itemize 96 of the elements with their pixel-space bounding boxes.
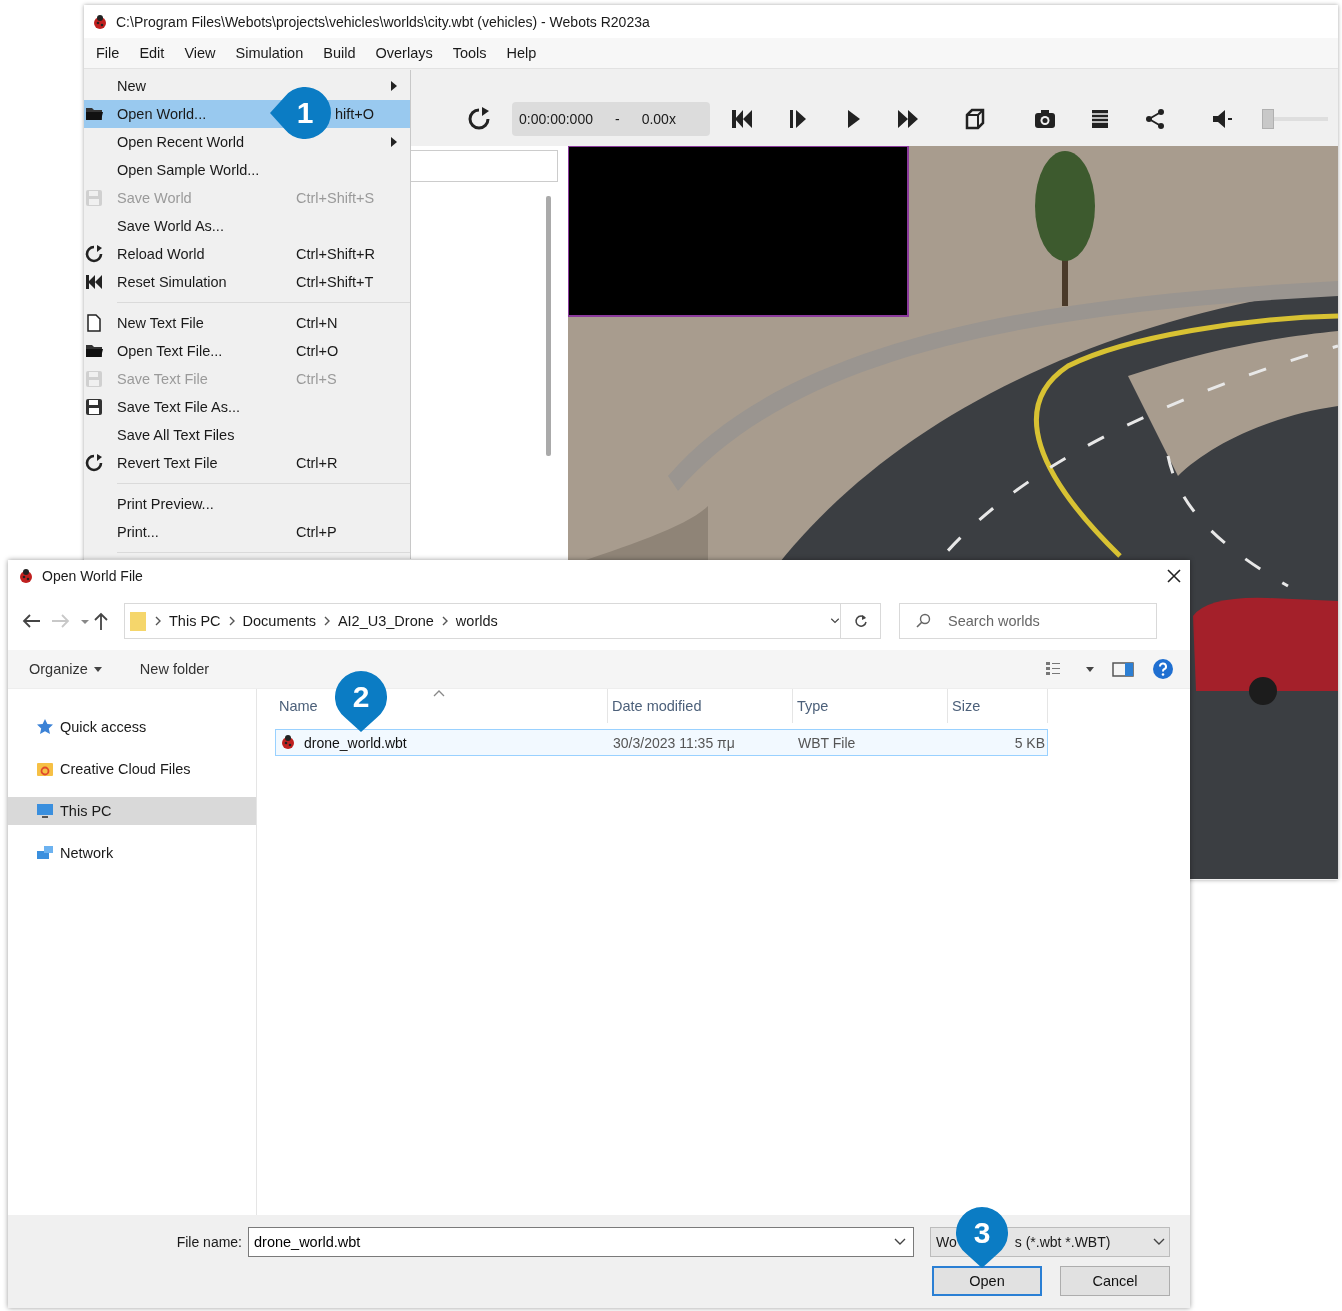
- computer-icon: [36, 802, 54, 820]
- menu-item[interactable]: Print Preview...: [84, 490, 410, 518]
- reload-icon[interactable]: [467, 107, 491, 131]
- network-icon: [36, 844, 54, 862]
- refresh-button[interactable]: [841, 603, 881, 639]
- step-marker-tooltip: 2: [335, 671, 387, 732]
- preview-pane-icon[interactable]: [1112, 661, 1134, 677]
- shortcut-text: Ctrl+N: [296, 315, 338, 331]
- caret-icon[interactable]: [1086, 666, 1094, 672]
- file-row[interactable]: drone_world.wbt 30/3/2023 11:35 πμ WBT File 5 KB: [275, 729, 1048, 756]
- menu-bar-item[interactable]: Edit: [129, 45, 175, 61]
- shortcut-text: Ctrl+Shift+T: [296, 274, 374, 290]
- shortcut-text: Ctrl+Shift+S: [296, 190, 375, 206]
- column-header[interactable]: Type: [793, 689, 948, 723]
- share-icon[interactable]: [1143, 107, 1167, 131]
- folder-icon: [85, 105, 103, 123]
- text-field[interactable]: [410, 150, 558, 182]
- speaker-icon[interactable]: [1210, 107, 1234, 131]
- breadcrumb-link[interactable]: This PC: [169, 613, 221, 629]
- type-text: WBT File: [797, 734, 857, 751]
- menu-item[interactable]: Save All Text Files: [84, 421, 410, 449]
- cancel-button[interactable]: Cancel: [1060, 1266, 1170, 1296]
- field-label: File name:: [175, 1234, 243, 1250]
- search-field[interactable]: Search worlds: [899, 603, 1157, 639]
- document-icon: [85, 314, 103, 332]
- folder-icon: [85, 342, 103, 360]
- file-name: drone_world.wbt: [304, 734, 407, 751]
- ladybug-icon: [92, 13, 108, 30]
- breadcrumb-link[interactable]: worlds: [455, 613, 498, 629]
- ladybug-icon: [18, 568, 34, 584]
- menu-item[interactable]: New Text File Ctrl+N: [84, 309, 410, 337]
- reset-icon[interactable]: [730, 107, 754, 131]
- shortcut-text: Ctrl+R: [296, 455, 338, 471]
- menu-bar-item[interactable]: Overlays: [365, 45, 443, 61]
- menu-item[interactable]: Open Sample World...: [84, 156, 410, 184]
- cube-icon[interactable]: [963, 107, 987, 131]
- shortcut-text: Ctrl+O: [296, 343, 339, 359]
- menu-bar-item[interactable]: Tools: [442, 45, 497, 61]
- menu-bar-item[interactable]: View: [174, 45, 226, 61]
- speed-text: 0.00x: [641, 111, 676, 127]
- dropdown-caret-icon[interactable]: [830, 618, 840, 624]
- size-text: 5 KB: [1013, 734, 1046, 751]
- reload-icon: [85, 245, 103, 263]
- breadcrumb-chevron-icon: [441, 616, 448, 626]
- command-button[interactable]: New folder: [139, 661, 210, 677]
- nav-item[interactable]: Creative Cloud Files: [8, 755, 256, 783]
- breadcrumb-chevron-icon: [155, 616, 161, 626]
- dialog-title: Open World File: [42, 568, 143, 584]
- fast-forward-icon[interactable]: [896, 107, 920, 131]
- refresh-icon: [853, 614, 868, 628]
- nav-item[interactable]: This PC: [8, 797, 256, 825]
- close-icon[interactable]: [1166, 568, 1182, 584]
- menu-bar-item[interactable]: Simulation: [225, 45, 314, 61]
- slider-thumb[interactable]: [1262, 109, 1274, 129]
- breadcrumb-chevron-icon: [228, 616, 235, 626]
- menu-bar-item[interactable]: File: [86, 45, 130, 61]
- column-header[interactable]: Date modified: [608, 689, 793, 723]
- shortcut-text: Ctrl+Shift+R: [296, 246, 375, 262]
- cloud-folder-icon: [36, 760, 54, 778]
- menu-item[interactable]: Save Text File As...: [84, 393, 410, 421]
- reset-icon: [85, 273, 103, 291]
- command-button[interactable]: Organize: [29, 661, 102, 677]
- reload-icon: [85, 454, 103, 472]
- search-icon: [915, 613, 931, 629]
- help-icon[interactable]: [1152, 658, 1174, 680]
- time-text: 0:00:00:000: [519, 111, 593, 127]
- shortcut-text: hift+O: [335, 106, 375, 122]
- step-marker-tooltip: 1: [270, 87, 331, 139]
- breadcrumb-link[interactable]: AI2_U3_Drone: [337, 613, 434, 629]
- menu-bar-item[interactable]: Help: [496, 45, 547, 61]
- shortcut-text: Ctrl+P: [296, 524, 337, 540]
- sort-caret-icon: [433, 689, 445, 697]
- menu-bar-item[interactable]: Build: [313, 45, 366, 61]
- nav-item[interactable]: Quick access: [8, 713, 256, 741]
- star-icon: [36, 718, 54, 736]
- menu-item[interactable]: Open Text File... Ctrl+O: [84, 337, 410, 365]
- date-text: 30/3/2023 11:35 πμ: [612, 734, 736, 751]
- folder-icon: [129, 610, 147, 632]
- shortcut-text: Ctrl+S: [296, 371, 337, 387]
- breadcrumb-chevron-icon: [323, 616, 330, 626]
- menu-item[interactable]: Print... Ctrl+P: [84, 518, 410, 546]
- camera-icon[interactable]: [1033, 107, 1057, 131]
- menu-item[interactable]: Save World As...: [84, 212, 410, 240]
- dash-text: -: [614, 111, 620, 127]
- menu-item[interactable]: Revert Text File Ctrl+R: [84, 449, 410, 477]
- open-button[interactable]: Open: [932, 1266, 1042, 1296]
- address-bar[interactable]: This PC Documents AI2_U3_Drone worlds: [124, 603, 841, 639]
- step-marker-tooltip: 3: [956, 1207, 1008, 1268]
- window-title: C:\Program Files\Webots\projects\vehicles\worlds\city.wbt (vehicles) - Webots R2023a: [116, 13, 650, 30]
- menu-item[interactable]: Reload World Ctrl+Shift+R: [84, 240, 410, 268]
- breadcrumb-link[interactable]: Documents: [242, 613, 316, 629]
- column-header[interactable]: Size: [948, 689, 1048, 723]
- scrollbar[interactable]: [546, 196, 551, 456]
- file-name-field[interactable]: drone_world.wbt: [248, 1227, 914, 1257]
- nav-item[interactable]: Network: [8, 839, 256, 867]
- menu-item[interactable]: Reset Simulation Ctrl+Shift+T: [84, 268, 410, 296]
